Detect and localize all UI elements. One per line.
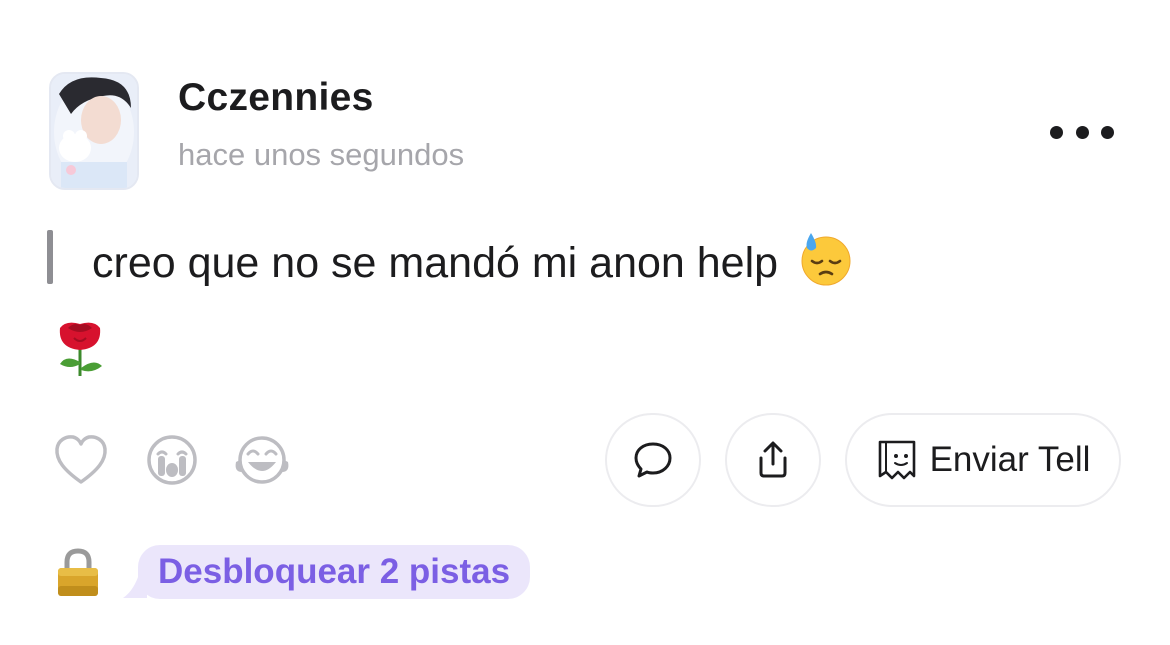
avatar-image — [51, 74, 137, 188]
heart-outline-icon[interactable] — [54, 434, 108, 486]
tell-ghost-icon — [878, 440, 915, 480]
rose-emoji-icon — [59, 322, 102, 376]
post-timestamp: hace unos segundos — [178, 137, 465, 172]
share-button[interactable] — [725, 413, 821, 507]
lock-icon — [58, 548, 98, 596]
unlock-hints-label: Desbloquear 2 pistas — [158, 552, 511, 591]
crying-face-icon[interactable] — [146, 434, 198, 486]
more-dot-icon — [1050, 125, 1063, 139]
message-text: creo que no se mandó mi anon help — [92, 239, 779, 287]
share-icon — [759, 441, 787, 478]
downcast-sweat-emoji-icon — [801, 233, 851, 286]
more-dot-icon — [1075, 125, 1089, 139]
unlock-hints-button[interactable]: Desbloquear 2 pistas — [138, 545, 531, 599]
avatar[interactable] — [49, 72, 139, 190]
more-dot-icon — [1101, 125, 1114, 139]
speech-bubble-icon — [634, 442, 672, 478]
comment-button[interactable] — [605, 413, 701, 507]
send-tell-button[interactable]: Enviar Tell — [845, 413, 1121, 507]
more-options-button[interactable] — [1046, 116, 1118, 148]
username[interactable]: Cczennies — [178, 76, 374, 120]
post-message: creo que no se mandó mi anon help — [92, 231, 854, 288]
send-tell-label: Enviar Tell — [929, 440, 1091, 479]
tears-of-joy-icon[interactable] — [234, 434, 290, 486]
quote-bar — [47, 230, 53, 284]
